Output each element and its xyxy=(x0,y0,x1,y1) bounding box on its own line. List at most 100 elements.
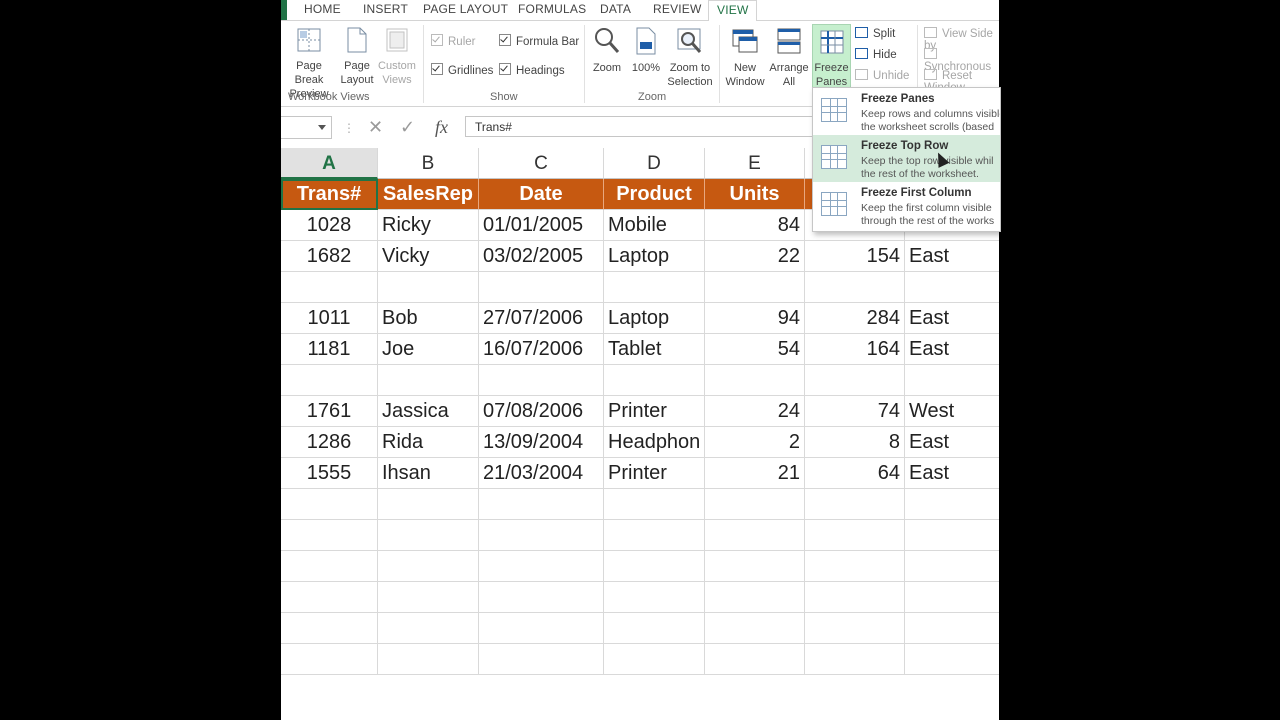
cell-revenue[interactable]: 284 xyxy=(805,303,905,334)
cell-date[interactable] xyxy=(479,272,604,303)
column-header-a[interactable]: A xyxy=(281,148,378,179)
cell-product[interactable] xyxy=(604,520,705,551)
cell-revenue[interactable] xyxy=(805,272,905,303)
cell-region[interactable]: East xyxy=(905,334,999,365)
cell-salesrep[interactable] xyxy=(378,613,479,644)
tab-data[interactable]: DATA xyxy=(600,2,631,16)
cell-date[interactable] xyxy=(479,520,604,551)
tab-page-layout[interactable]: PAGE LAYOUT xyxy=(423,2,508,16)
cell-product[interactable] xyxy=(604,489,705,520)
cell-product[interactable] xyxy=(604,582,705,613)
cell-salesrep[interactable]: Jassica xyxy=(378,396,479,427)
arrange-all-button[interactable]: Arrange All xyxy=(767,27,811,89)
cell-units[interactable]: 2 xyxy=(705,427,805,458)
cell-units[interactable] xyxy=(705,520,805,551)
header-cell-salesrep[interactable]: SalesRep xyxy=(378,179,479,210)
cell-date[interactable]: 01/01/2005 xyxy=(479,210,604,241)
tab-review[interactable]: REVIEW xyxy=(653,2,702,16)
cell-trans[interactable] xyxy=(281,644,378,675)
cell-salesrep[interactable]: Ricky xyxy=(378,210,479,241)
cell-salesrep[interactable] xyxy=(378,582,479,613)
cancel-icon[interactable]: ✕ xyxy=(368,117,383,138)
cell-trans[interactable] xyxy=(281,520,378,551)
cell-revenue[interactable]: 64 xyxy=(805,458,905,489)
tab-home[interactable]: HOME xyxy=(304,2,341,16)
cell-salesrep[interactable] xyxy=(378,644,479,675)
file-tab-edge[interactable] xyxy=(281,0,287,20)
cell-units[interactable]: 22 xyxy=(705,241,805,272)
cell-trans[interactable]: 1181 xyxy=(281,334,378,365)
cell-region[interactable]: East xyxy=(905,427,999,458)
worksheet-grid[interactable]: A B C D E Trans# SalesRep Date Product U… xyxy=(281,148,999,720)
header-cell-trans[interactable]: Trans# xyxy=(281,179,378,210)
tab-formulas[interactable]: FORMULAS xyxy=(518,2,586,16)
zoom-button[interactable]: Zoom xyxy=(589,27,625,75)
cell-date[interactable]: 03/02/2005 xyxy=(479,241,604,272)
cell-region[interactable] xyxy=(905,613,999,644)
cell-revenue[interactable] xyxy=(805,644,905,675)
cell-region[interactable] xyxy=(905,272,999,303)
cell-units[interactable] xyxy=(705,365,805,396)
cell-region[interactable]: West xyxy=(905,396,999,427)
cell-units[interactable] xyxy=(705,582,805,613)
cell-product[interactable] xyxy=(604,613,705,644)
cell-trans[interactable]: 1555 xyxy=(281,458,378,489)
cell-trans[interactable]: 1028 xyxy=(281,210,378,241)
cell-salesrep[interactable]: Rida xyxy=(378,427,479,458)
chevron-down-icon[interactable] xyxy=(318,125,326,130)
cell-revenue[interactable]: 154 xyxy=(805,241,905,272)
cell-trans[interactable] xyxy=(281,613,378,644)
cell-region[interactable] xyxy=(905,551,999,582)
cell-product[interactable] xyxy=(604,272,705,303)
cell-region[interactable]: East xyxy=(905,458,999,489)
column-header-d[interactable]: D xyxy=(604,148,705,179)
cell-trans[interactable]: 1761 xyxy=(281,396,378,427)
cell-region[interactable] xyxy=(905,365,999,396)
cell-region[interactable] xyxy=(905,520,999,551)
cell-units[interactable]: 54 xyxy=(705,334,805,365)
cell-product[interactable]: Tablet xyxy=(604,334,705,365)
cell-region[interactable] xyxy=(905,582,999,613)
cell-date[interactable] xyxy=(479,644,604,675)
column-header-e[interactable]: E xyxy=(705,148,805,179)
column-header-b[interactable]: B xyxy=(378,148,479,179)
cell-trans[interactable] xyxy=(281,582,378,613)
cell-trans[interactable] xyxy=(281,365,378,396)
cell-salesrep[interactable] xyxy=(378,272,479,303)
cell-trans[interactable]: 1286 xyxy=(281,427,378,458)
cell-date[interactable] xyxy=(479,551,604,582)
cell-product[interactable] xyxy=(604,551,705,582)
page-layout-button[interactable]: Page Layout xyxy=(337,27,377,87)
cell-revenue[interactable] xyxy=(805,582,905,613)
freeze-panes-button[interactable]: Freeze Panes ▾ xyxy=(812,24,851,102)
cell-revenue[interactable]: 74 xyxy=(805,396,905,427)
tab-view[interactable]: VIEW xyxy=(708,0,758,22)
cell-salesrep[interactable] xyxy=(378,551,479,582)
cell-salesrep[interactable]: Vicky xyxy=(378,241,479,272)
cell-date[interactable]: 07/08/2006 xyxy=(479,396,604,427)
formula-bar-checkbox[interactable]: Formula Bar xyxy=(499,34,579,48)
cell-units[interactable] xyxy=(705,613,805,644)
cell-revenue[interactable]: 164 xyxy=(805,334,905,365)
menu-item-freeze-panes[interactable]: Freeze Panes Keep rows and columns visib… xyxy=(813,88,1000,135)
name-box[interactable] xyxy=(281,116,332,139)
cell-product[interactable]: Mobile xyxy=(604,210,705,241)
cell-revenue[interactable] xyxy=(805,613,905,644)
cell-units[interactable] xyxy=(705,272,805,303)
cell-revenue[interactable]: 8 xyxy=(805,427,905,458)
headings-checkbox[interactable]: Headings xyxy=(499,63,565,77)
cell-units[interactable] xyxy=(705,489,805,520)
header-cell-product[interactable]: Product xyxy=(604,179,705,210)
cell-product[interactable]: Headphon xyxy=(604,427,705,458)
cell-revenue[interactable] xyxy=(805,365,905,396)
cell-revenue[interactable] xyxy=(805,489,905,520)
cell-units[interactable] xyxy=(705,644,805,675)
zoom-to-selection-button[interactable]: Zoom to Selection xyxy=(666,27,714,89)
cell-date[interactable] xyxy=(479,582,604,613)
cell-salesrep[interactable] xyxy=(378,520,479,551)
cell-trans[interactable]: 1682 xyxy=(281,241,378,272)
header-cell-units[interactable]: Units xyxy=(705,179,805,210)
cell-region[interactable]: East xyxy=(905,303,999,334)
cell-units[interactable]: 84 xyxy=(705,210,805,241)
cell-date[interactable] xyxy=(479,365,604,396)
